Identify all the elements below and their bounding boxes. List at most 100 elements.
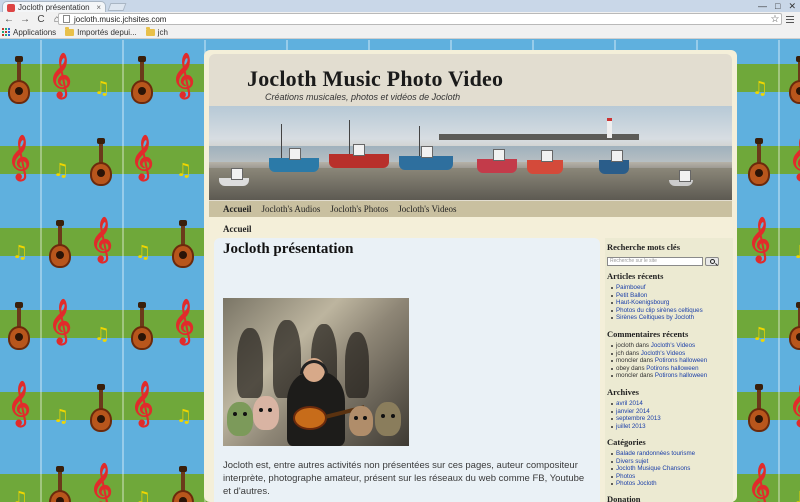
bookmark-label: Applications — [13, 27, 57, 37]
menu-icon[interactable] — [784, 13, 796, 25]
categories-heading: Catégories — [607, 437, 646, 447]
guitar-decoration — [49, 466, 71, 502]
recent-comment-item: obey dans Potirons halloween — [611, 365, 707, 373]
comment-separator: dans — [633, 342, 651, 349]
category-link[interactable]: Photos — [611, 473, 695, 481]
music-note-decoration: ♫ — [53, 406, 70, 427]
music-note-decoration: ♫ — [53, 160, 70, 181]
treble-clef-decoration: 𝄞 — [131, 134, 154, 179]
guitar-decoration — [90, 138, 112, 186]
site-header: Jocloth Music Photo Video Créations musi… — [209, 54, 732, 204]
recent-article-link[interactable]: Photos du clip sirènes celtiques — [611, 307, 703, 315]
tab-close-icon[interactable]: × — [96, 3, 101, 12]
music-note-decoration: ♫ — [94, 78, 111, 99]
guitar-decoration — [172, 220, 194, 268]
forward-icon[interactable]: → — [18, 12, 32, 26]
categories-list: Balade randonnées tourisme Divers sujet Jo… — [611, 450, 695, 488]
treble-clef-decoration: 𝄞 — [49, 298, 72, 343]
treble-clef-decoration: 𝄞 — [789, 384, 800, 422]
comment-post-link[interactable]: Jocloth's Videos — [641, 350, 685, 357]
music-note-decoration: ♫ — [752, 324, 769, 345]
guitar-decoration — [131, 56, 153, 104]
comment-separator: dans — [623, 349, 641, 357]
search-heading: Recherche mots clés — [607, 242, 681, 252]
treble-clef-decoration: 𝄞 — [131, 380, 154, 425]
favicon-icon — [7, 3, 15, 12]
nav-item-photos[interactable]: Jocloth's Photos — [330, 204, 388, 214]
music-note-decoration: ♫ — [135, 488, 152, 502]
bookmark-applications[interactable]: Applications — [2, 28, 56, 37]
archive-link[interactable]: juillet 2013 — [611, 423, 661, 431]
guitar-decoration — [172, 466, 194, 502]
main-content: Jocloth présentation Jocloth est, entre … — [214, 238, 600, 502]
treble-clef-decoration: 𝄞 — [49, 52, 72, 97]
presentation-text: Jocloth est, entre autres activités non … — [223, 460, 585, 497]
music-note-decoration: ♫ — [94, 324, 111, 345]
music-note-decoration: ♫ — [793, 490, 800, 502]
archive-link[interactable]: janvier 2014 — [611, 408, 661, 416]
category-link[interactable]: Photos Jocloth — [611, 480, 695, 488]
category-link[interactable]: Divers sujet — [611, 458, 695, 466]
archives-heading: Archives — [607, 387, 639, 397]
jocloth-photo — [223, 298, 409, 446]
category-link[interactable]: Jocloth Musique Chansons — [611, 465, 695, 473]
folder-icon — [145, 26, 155, 36]
comment-author: jocloth — [616, 342, 634, 349]
address-bar[interactable]: jocloth.music.jchsites.com — [58, 13, 782, 25]
comment-author: moncler — [616, 357, 639, 364]
music-note-decoration: ♫ — [176, 160, 193, 181]
sidebar: Recherche mots clés Recherche sur le sit… — [605, 238, 733, 502]
folder-icon — [65, 26, 75, 36]
page-heading: Jocloth présentation — [223, 241, 354, 257]
comment-separator: dans — [629, 364, 647, 372]
bookmark-label: jch — [157, 27, 168, 37]
comment-author: jch — [616, 349, 624, 357]
guitar-decoration — [789, 302, 800, 350]
star-icon[interactable]: ☆ — [768, 12, 782, 26]
recent-article-link[interactable]: Petit Ballon — [611, 292, 703, 300]
archives-list: avril 2014 janvier 2014 septembre 2013 juil… — [611, 400, 661, 430]
comment-post-link[interactable]: Potirons halloween — [646, 365, 698, 372]
nav-item-videos[interactable]: Jocloth's Videos — [398, 204, 456, 214]
guitar-decoration — [131, 302, 153, 350]
bookmark-jch[interactable]: jch — [145, 26, 168, 37]
reload-icon[interactable]: C — [34, 12, 48, 26]
maximize-icon[interactable]: □ — [775, 1, 780, 11]
archive-link[interactable]: avril 2014 — [611, 400, 661, 408]
treble-clef-decoration: 𝄞 — [8, 380, 31, 425]
window-controls: — □ ✕ — [758, 0, 796, 12]
guitar-decoration — [90, 384, 112, 432]
recent-comment-item: moncler dans Potirons halloween — [611, 357, 707, 365]
new-tab-button[interactable] — [107, 3, 127, 11]
site-title[interactable]: Jocloth Music Photo Video — [247, 66, 503, 92]
recent-comments-list: jocloth dans Jocloth's Videos jch dans Jo… — [611, 342, 707, 380]
minimize-icon[interactable]: — — [758, 1, 767, 11]
search-input[interactable]: Recherche sur le site — [607, 256, 703, 266]
category-link[interactable]: Balade randonnées tourisme — [611, 450, 695, 458]
recent-article-link[interactable]: Sirènes Celtiques by Jocloth — [611, 314, 703, 322]
comment-separator: dans — [638, 372, 655, 379]
comment-post-link[interactable]: Potirons halloween — [655, 357, 707, 364]
nav-item-audios[interactable]: Jocloth's Audios — [262, 204, 321, 214]
site-subtitle: Créations musicales, photos et vidéos de… — [265, 92, 461, 102]
guitar-decoration — [748, 384, 770, 432]
recent-article-link[interactable]: Paimboeuf — [611, 284, 703, 292]
recent-comment-item: moncler dans Potirons halloween — [611, 372, 707, 380]
music-note-decoration: ♫ — [12, 242, 29, 263]
breadcrumb[interactable]: Accueil — [223, 224, 252, 234]
treble-clef-decoration: 𝄞 — [789, 138, 800, 176]
tab-title: Jocloth présentation — [18, 3, 90, 12]
back-icon[interactable]: ← — [2, 12, 16, 26]
comment-author: moncler — [616, 372, 639, 379]
close-window-icon[interactable]: ✕ — [788, 1, 796, 12]
bookmark-imported[interactable]: Importés depui... — [65, 26, 137, 37]
treble-clef-decoration: 𝄞 — [8, 134, 31, 179]
archive-link[interactable]: septembre 2013 — [611, 415, 661, 423]
nav-item-accueil[interactable]: Accueil — [223, 204, 252, 214]
comment-post-link[interactable]: Potirons halloween — [655, 372, 707, 379]
site-container: Jocloth Music Photo Video Créations musi… — [204, 50, 737, 502]
comment-post-link[interactable]: Jocloth's Videos — [651, 342, 695, 349]
search-button[interactable] — [705, 256, 719, 266]
guitar-decoration — [8, 302, 30, 350]
recent-article-link[interactable]: Haut-Koenigsbourg — [611, 299, 703, 307]
